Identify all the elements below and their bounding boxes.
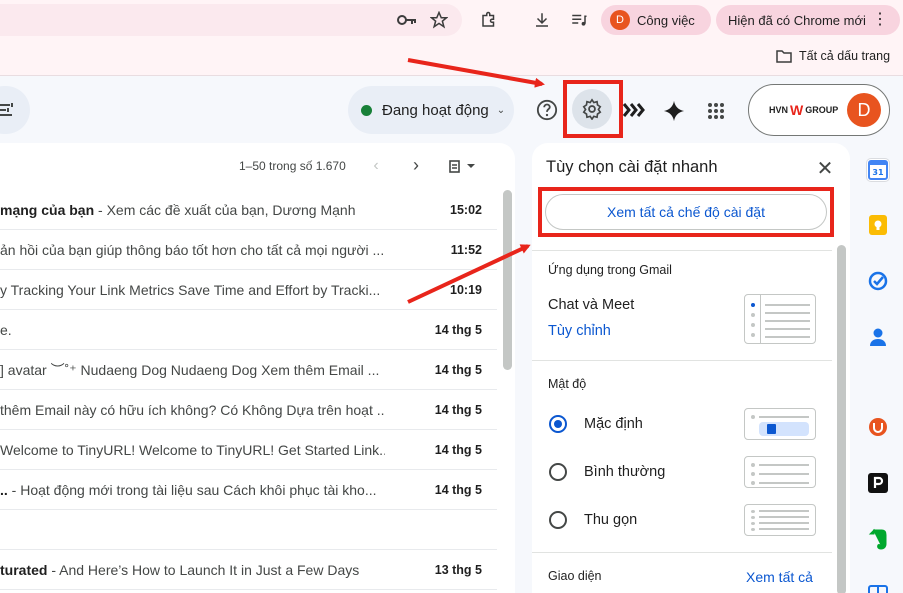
arrow-to-settings — [407, 58, 545, 88]
annotation-arrows — [407, 58, 545, 304]
arrow-to-see-all — [407, 244, 531, 304]
